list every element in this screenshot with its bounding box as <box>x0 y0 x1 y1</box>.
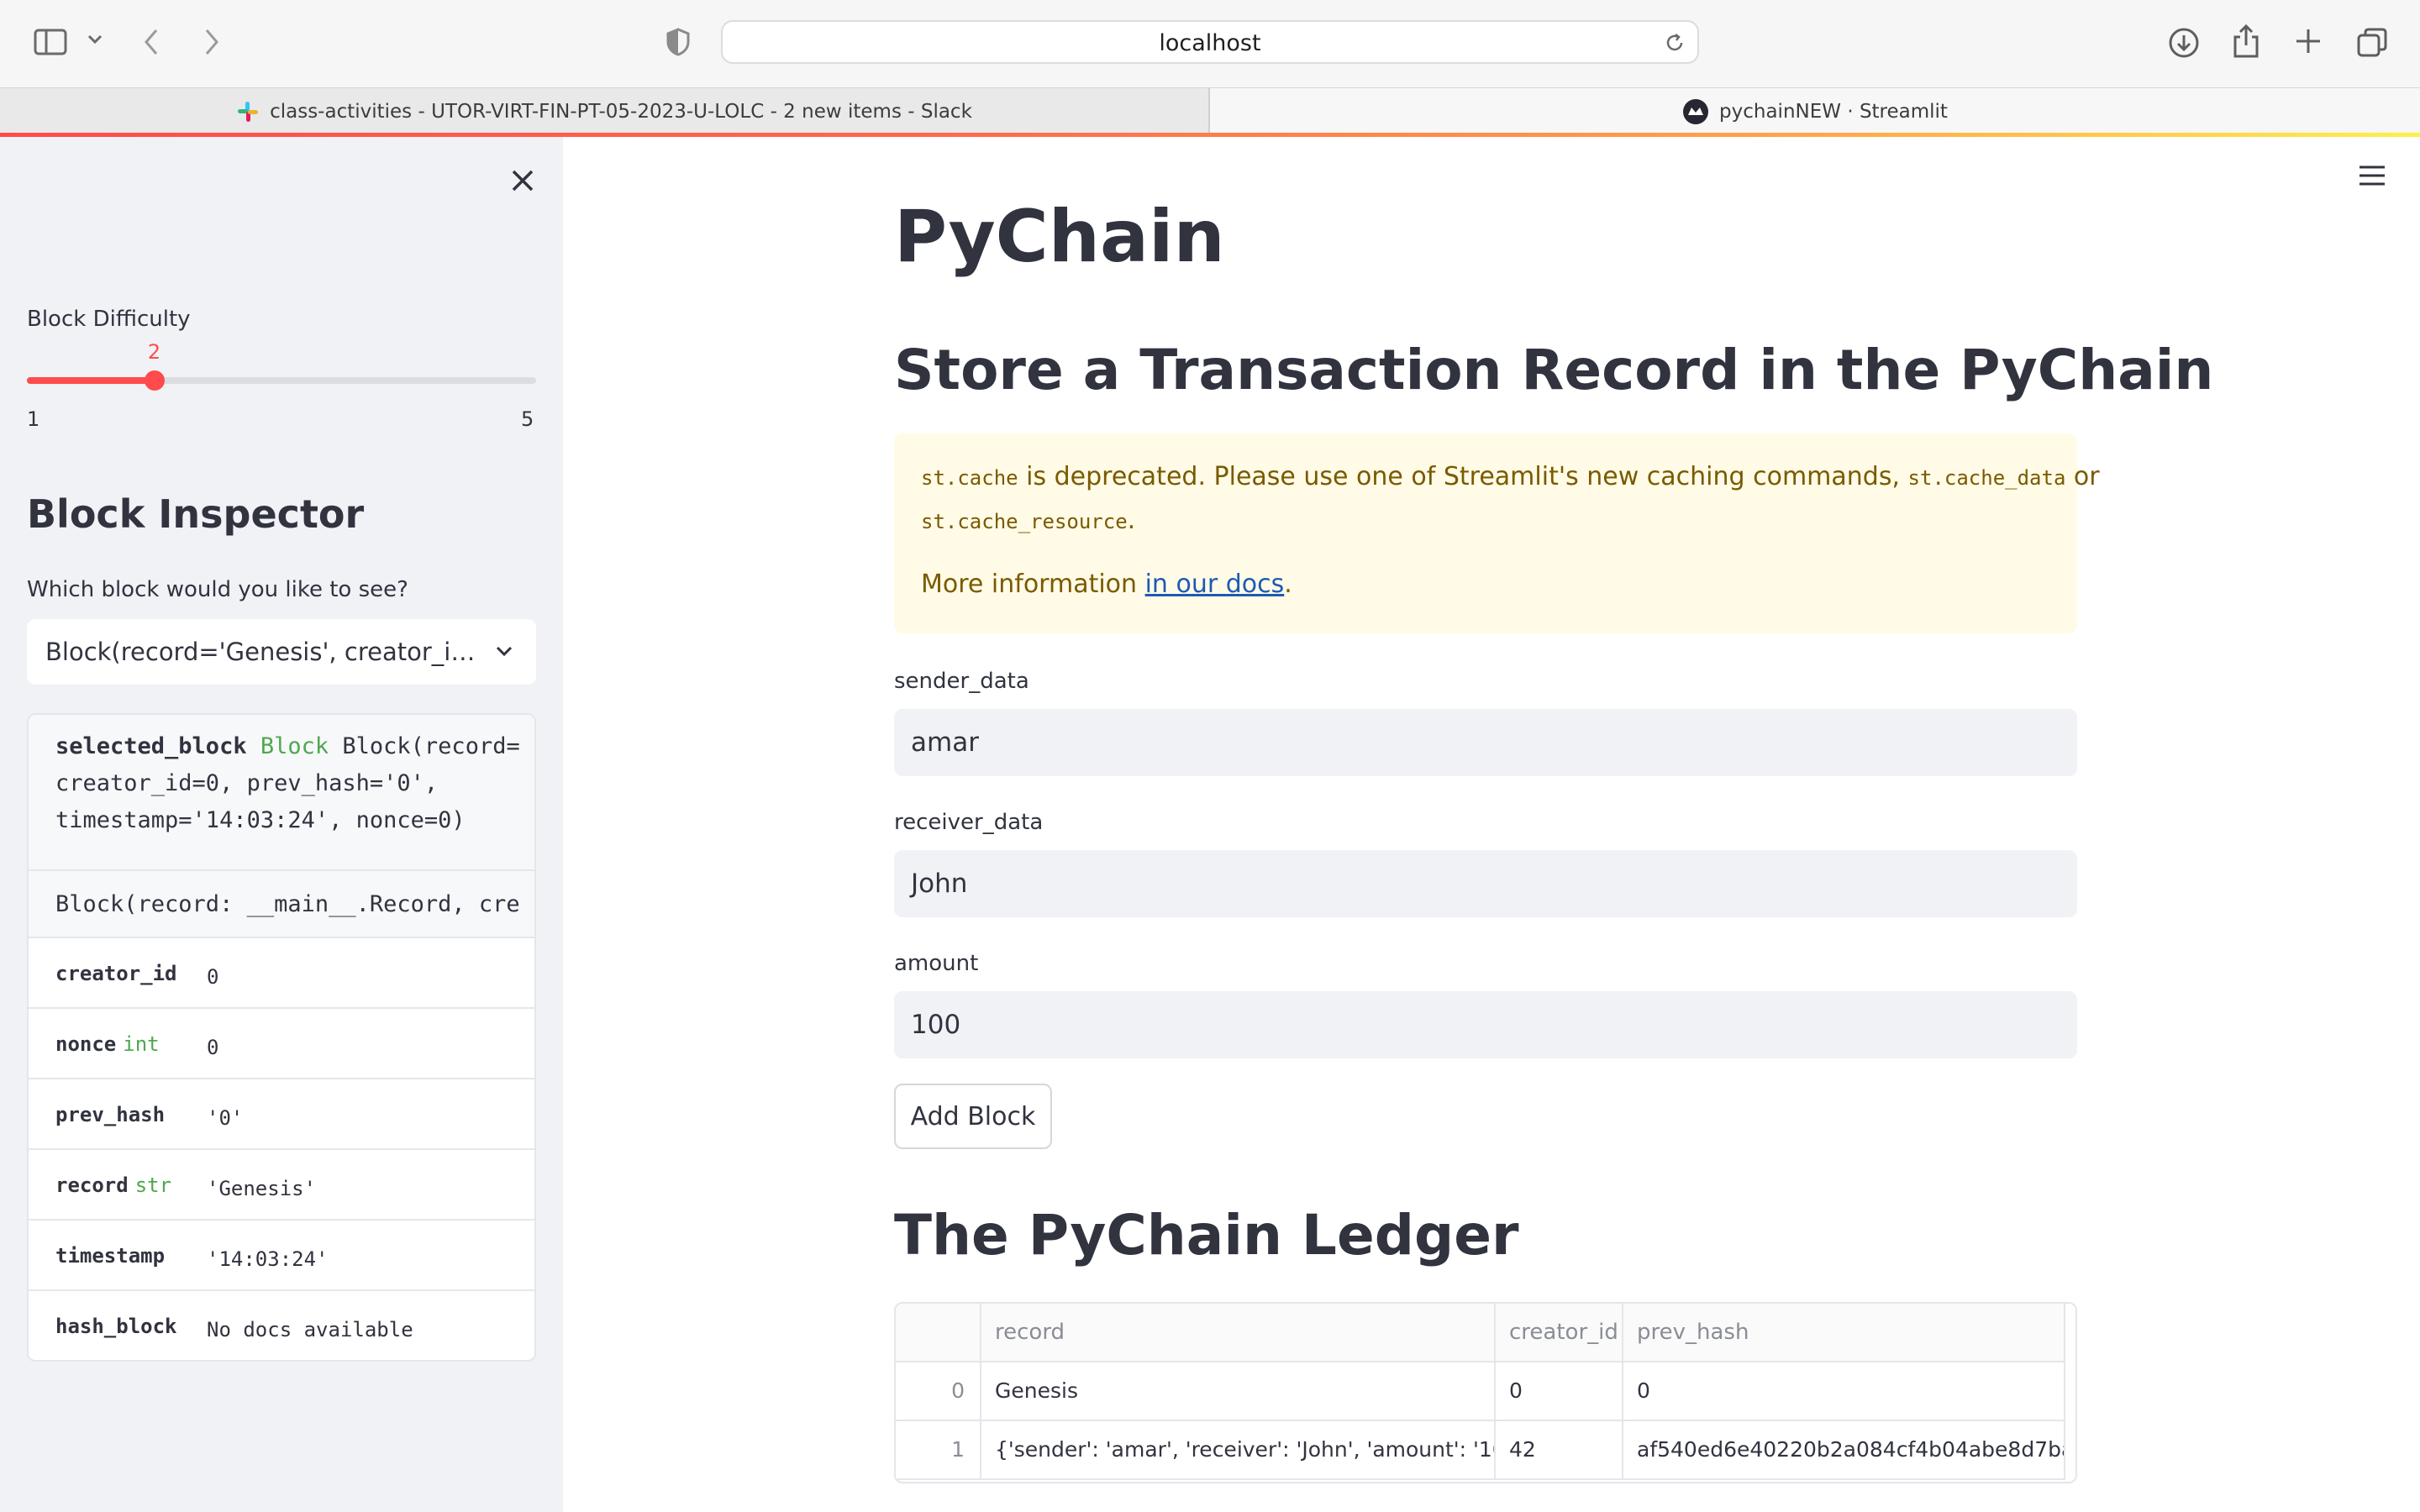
chevron-down-icon <box>494 641 514 664</box>
tab-overview-icon[interactable] <box>2356 27 2388 59</box>
forward-icon[interactable] <box>202 27 222 57</box>
difficulty-slider[interactable] <box>27 370 536 391</box>
sender-label: sender_data <box>894 669 1029 694</box>
deprecation-warning: st.cache is deprecated. Please use one o… <box>894 433 2100 633</box>
inspector-type: Block <box>260 733 329 759</box>
sender-value: amar <box>911 727 979 758</box>
warning-line-3: More information in our docs. <box>921 570 1292 599</box>
inspector-row-key: record str <box>55 1173 172 1197</box>
inspector-row-key: creator_id <box>55 962 177 985</box>
reload-icon[interactable] <box>1664 32 1686 57</box>
inspector-row-key: prev_hash <box>55 1103 166 1126</box>
new-tab-icon[interactable] <box>2294 27 2323 55</box>
slider-thumb[interactable] <box>144 370 165 391</box>
sidebar-toggle-icon[interactable] <box>34 27 67 57</box>
table-cell-creator-id[interactable]: 0 <box>1496 1362 1623 1421</box>
inspector-row: hash_block No docs available <box>29 1291 534 1360</box>
select-value: Block(record='Genesis', creator_id... <box>45 638 482 666</box>
sender-input[interactable]: amar <box>894 709 2077 776</box>
warning-line-2: st.cache_resource. <box>921 506 1136 535</box>
table-cell-creator-id[interactable]: 42 <box>1496 1421 1623 1480</box>
amount-input[interactable]: 100 <box>894 991 2077 1058</box>
share-icon[interactable] <box>2232 24 2260 59</box>
url-text: localhost <box>1159 30 1261 56</box>
tab-bar: class-activities - UTOR-VIRT-FIN-PT-05-2… <box>0 87 2420 136</box>
page-title: PyChain <box>894 195 1225 279</box>
table-cell-prev-hash[interactable]: 0 <box>1623 1362 2065 1421</box>
select-label: Which block would you like to see? <box>27 577 408 602</box>
inspector-row: creator_id 0 <box>29 938 534 1009</box>
inspector-row-key: timestamp <box>55 1244 166 1268</box>
tab-streamlit[interactable]: pychainNEW · Streamlit <box>1210 88 2420 135</box>
inspector-row-value: 0 <box>207 965 219 989</box>
back-icon[interactable] <box>141 27 161 57</box>
table-cell-record[interactable]: Genesis <box>981 1362 1496 1421</box>
warning-line-1: st.cache is deprecated. Please use one o… <box>921 462 2100 491</box>
inspector-row: timestamp '14:03:24' <box>29 1221 534 1291</box>
column-header-prev-hash[interactable]: prev_hash <box>1623 1304 2065 1362</box>
inspector-row-key: nonce int <box>55 1032 160 1056</box>
address-bar[interactable]: localhost <box>721 20 1699 64</box>
inspector-signature-text: Block(record: __main__.Record, cre <box>55 891 520 917</box>
sidebar-heading: Block Inspector <box>27 491 365 537</box>
column-header-creator-id[interactable]: creator_id <box>1496 1304 1623 1362</box>
docs-link[interactable]: in our docs <box>1145 570 1285 599</box>
tab-streamlit-label: pychainNEW · Streamlit <box>1719 101 1948 123</box>
inspector-line-1: selected_block Block Block(record= <box>55 733 520 759</box>
table-cell-prev-hash[interactable]: af540ed6e40220b2a084cf4b04abe8d7ba861 <box>1623 1421 2065 1480</box>
close-sidebar-icon[interactable] <box>504 162 541 199</box>
inspector-row: nonce int 0 <box>29 1009 534 1079</box>
add-block-button[interactable]: Add Block <box>894 1084 1052 1149</box>
inspector-name: selected_block <box>55 733 247 759</box>
chevron-down-icon[interactable] <box>87 34 103 45</box>
slider-value: 2 <box>147 340 161 364</box>
inspector-row-value: '0' <box>207 1106 244 1130</box>
ledger-title: The PyChain Ledger <box>894 1203 1519 1268</box>
table-row-index: 1 <box>896 1421 981 1480</box>
table-cell-record[interactable]: {'sender': 'amar', 'receiver': 'John', '… <box>981 1421 1496 1480</box>
column-header-index <box>896 1304 981 1362</box>
block-select[interactable]: Block(record='Genesis', creator_id... <box>27 619 536 685</box>
receiver-input[interactable]: John <box>894 850 2077 917</box>
inspector-repr-1: Block(record= <box>342 733 520 759</box>
main-menu-icon[interactable] <box>2358 165 2386 186</box>
tab-slack-label: class-activities - UTOR-VIRT-FIN-PT-05-2… <box>270 101 972 123</box>
download-icon[interactable] <box>2168 27 2200 59</box>
slider-label: Block Difficulty <box>27 307 191 332</box>
tab-slack[interactable]: class-activities - UTOR-VIRT-FIN-PT-05-2… <box>0 88 1210 135</box>
block-inspector: selected_block Block Block(record= creat… <box>27 713 536 1362</box>
slider-max: 5 <box>521 407 534 431</box>
inspector-row-key: hash_block <box>55 1315 177 1338</box>
inspector-row-value: 'Genesis' <box>207 1177 317 1200</box>
receiver-value: John <box>911 869 968 899</box>
inspector-repr-2: creator_id=0, prev_hash='0', <box>55 770 439 796</box>
inspector-header: selected_block Block Block(record= creat… <box>29 715 534 871</box>
column-header-record[interactable]: record <box>981 1304 1496 1362</box>
inspector-row-value: '14:03:24' <box>207 1247 329 1271</box>
amount-value: 100 <box>911 1010 961 1040</box>
inspector-signature: Block(record: __main__.Record, cre <box>29 871 534 938</box>
sidebar: Block Difficulty 2 1 5 Block Inspector W… <box>0 137 563 1512</box>
inspector-row: record str 'Genesis' <box>29 1150 534 1221</box>
inspector-row-value: 0 <box>207 1036 219 1059</box>
ledger-table[interactable]: record creator_id prev_hash 0 Genesis 0 … <box>894 1302 2077 1483</box>
privacy-shield-icon[interactable] <box>666 27 691 57</box>
slack-icon <box>236 100 260 123</box>
inspector-row: prev_hash '0' <box>29 1079 534 1150</box>
slider-min: 1 <box>27 407 40 431</box>
amount-label: amount <box>894 951 979 976</box>
inspector-repr-3: timestamp='14:03:24', nonce=0) <box>55 807 466 833</box>
slider-fill <box>27 377 155 384</box>
browser-toolbar: localhost <box>0 0 2420 87</box>
section-title: Store a Transaction Record in the PyChai… <box>894 338 2214 402</box>
table-row-index: 0 <box>896 1362 981 1421</box>
streamlit-icon <box>1682 98 1709 125</box>
inspector-row-value: No docs available <box>207 1318 413 1341</box>
receiver-label: receiver_data <box>894 810 1044 835</box>
